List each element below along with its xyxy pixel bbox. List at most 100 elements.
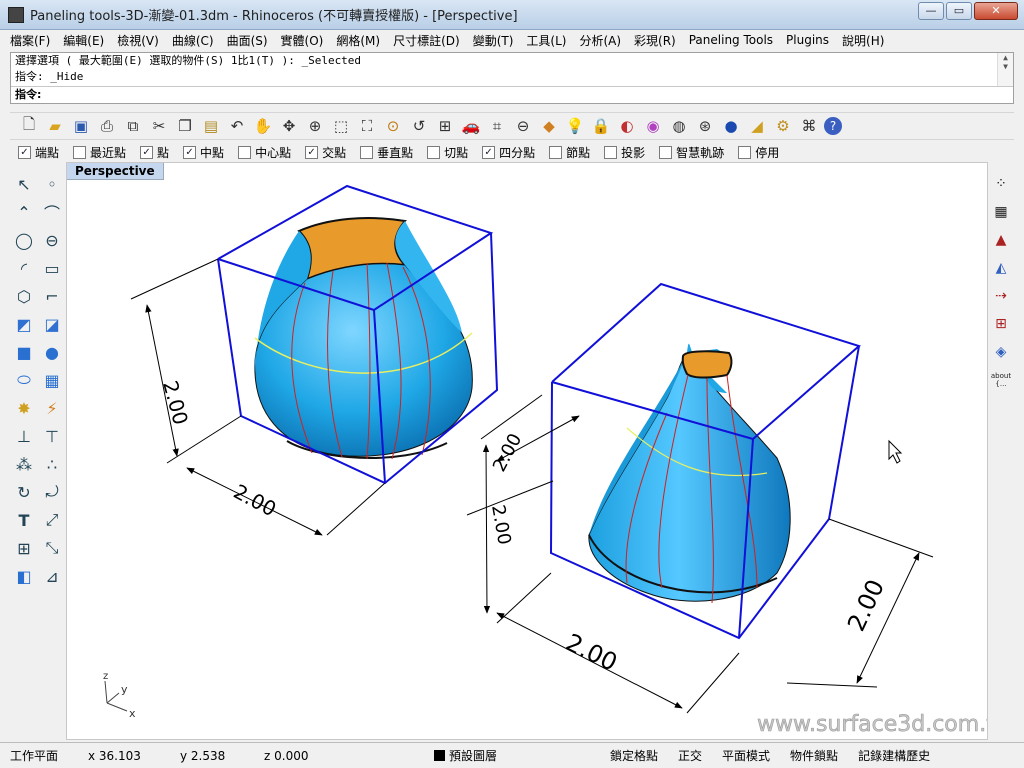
osnap-item[interactable]: ✓ 中點 <box>183 144 224 161</box>
osnap-item[interactable]: 節點 <box>549 144 590 161</box>
material-icon[interactable]: ◐ <box>616 115 638 137</box>
curve-cv-icon[interactable]: ⌒ <box>38 198 66 226</box>
zoom-extents-icon[interactable]: ⛶ <box>356 115 378 137</box>
surface-corner-icon[interactable]: ◩ <box>10 310 38 338</box>
circle-icon[interactable]: ◯ <box>10 226 38 254</box>
close-button[interactable]: ✕ <box>974 2 1018 20</box>
paste-icon[interactable]: ▤ <box>200 115 222 137</box>
menu-dimension[interactable]: 尺寸標註(D) <box>393 32 460 49</box>
join-icon[interactable]: ⊤ <box>38 422 66 450</box>
pan-hand-icon[interactable]: ✋ <box>252 115 274 137</box>
maximize-button[interactable]: ▭ <box>946 2 972 20</box>
osnap-checkbox[interactable] <box>360 145 374 159</box>
history-toggle[interactable]: 記錄建構歷史 <box>848 747 940 764</box>
osnap-item[interactable]: 中心點 <box>238 144 291 161</box>
box-icon[interactable]: ■ <box>10 338 38 366</box>
boolean-union-icon[interactable]: ⁂ <box>10 450 38 478</box>
osnap-toggle[interactable]: 物件鎖點 <box>780 747 848 764</box>
menu-tools[interactable]: 工具(L) <box>526 32 566 49</box>
menu-curve[interactable]: 曲線(C) <box>172 32 214 49</box>
ellipse-icon[interactable]: ⊖ <box>38 226 66 254</box>
osnap-item[interactable]: 停用 <box>738 144 779 161</box>
paneling-box-icon[interactable]: ⊞ <box>989 310 1013 338</box>
paneling-grid-icon[interactable]: ▦ <box>989 198 1013 226</box>
edit-points-icon[interactable]: ⤡ <box>38 534 66 562</box>
osnap-item[interactable]: ✓ 交點 <box>305 144 346 161</box>
command-prompt[interactable]: 指令: <box>11 86 1013 103</box>
snap-toggle[interactable]: 鎖定格點 <box>600 747 668 764</box>
copy-icon[interactable]: ❐ <box>174 115 196 137</box>
osnap-checkbox[interactable] <box>738 145 752 159</box>
print-icon[interactable]: ⎙ <box>96 115 118 137</box>
scripts-icon[interactable]: ⌘ <box>798 115 820 137</box>
export-icon[interactable]: ⧉ <box>122 115 144 137</box>
paneling-diamond-icon[interactable]: ◈ <box>989 338 1013 366</box>
split-icon[interactable]: ⊥ <box>10 422 38 450</box>
planar-toggle[interactable]: 平面模式 <box>712 747 780 764</box>
scale-icon[interactable]: ⤢ <box>38 506 66 534</box>
osnap-checkbox[interactable]: ✓ <box>305 145 319 159</box>
osnap-checkbox[interactable]: ✓ <box>18 145 31 159</box>
command-area[interactable]: 選擇選項 ( 最大範圍(E) 選取的物件(S) 1比1(T) ): _Selec… <box>10 52 1014 104</box>
save-icon[interactable]: ▣ <box>70 115 92 137</box>
shaded-sphere-icon[interactable]: ◍ <box>668 115 690 137</box>
polyline-icon[interactable]: ⌃ <box>10 198 38 226</box>
rectangle-icon[interactable]: ▭ <box>38 254 66 282</box>
osnap-checkbox[interactable] <box>73 145 87 159</box>
menu-paneling-tools[interactable]: Paneling Tools <box>689 33 773 47</box>
explode-icon[interactable]: ✸ <box>10 394 38 422</box>
light-bulb-icon[interactable]: 💡 <box>564 115 586 137</box>
arc-icon[interactable]: ◜ <box>10 254 38 282</box>
menu-render[interactable]: 彩現(R) <box>634 32 676 49</box>
rotate-icon[interactable]: ↻ <box>10 478 38 506</box>
layers-icon[interactable]: ◆ <box>538 115 560 137</box>
menu-plugins[interactable]: Plugins <box>786 33 829 47</box>
open-file-icon[interactable]: ▰ <box>44 115 66 137</box>
menu-edit[interactable]: 編輯(E) <box>63 32 104 49</box>
color-wheel-icon[interactable]: ◉ <box>642 115 664 137</box>
menu-mesh[interactable]: 網格(M) <box>336 32 380 49</box>
osnap-item[interactable]: 切點 <box>427 144 468 161</box>
fillet-icon[interactable]: ⌐ <box>38 282 66 310</box>
array-icon[interactable]: ⊞ <box>10 534 38 562</box>
undo-view-icon[interactable]: ↺ <box>408 115 430 137</box>
menu-view[interactable]: 檢視(V) <box>117 32 159 49</box>
select-arrow-icon[interactable]: ↖ <box>10 170 38 198</box>
cut-icon[interactable]: ✂ <box>148 115 170 137</box>
left-vase-object[interactable] <box>254 217 473 460</box>
rotate-view-icon[interactable]: ✥ <box>278 115 300 137</box>
sphere-icon[interactable]: ● <box>38 338 66 366</box>
render-light-icon[interactable]: ◢ <box>746 115 768 137</box>
osnap-item[interactable]: 智慧軌跡 <box>659 144 724 161</box>
osnap-item[interactable]: 投影 <box>604 144 645 161</box>
osnap-checkbox[interactable]: ✓ <box>183 145 197 159</box>
cplane-icon[interactable]: ⊖ <box>512 115 534 137</box>
osnap-item[interactable]: 最近點 <box>73 144 126 161</box>
zoom-window-icon[interactable]: ⬚ <box>330 115 352 137</box>
menu-help[interactable]: 說明(H) <box>842 32 884 49</box>
menu-transform[interactable]: 變動(T) <box>473 32 514 49</box>
undo-icon[interactable]: ↶ <box>226 115 248 137</box>
paneling-morph-icon[interactable]: ◭ <box>989 254 1013 282</box>
paneling-shift-icon[interactable]: ⇢ <box>989 282 1013 310</box>
perspective-viewport[interactable]: Perspective 2.00 2.00 2.00 2.00 2.00 2.0… <box>66 162 988 740</box>
polygon-icon[interactable]: ⬡ <box>10 282 38 310</box>
lock-icon[interactable]: 🔒 <box>590 115 612 137</box>
boolean-diff-icon[interactable]: ∴ <box>38 450 66 478</box>
wireframe-sphere-icon[interactable]: ⊛ <box>694 115 716 137</box>
text-icon[interactable]: T <box>10 506 38 534</box>
osnap-item[interactable]: ✓ 端點 <box>18 144 59 161</box>
minimize-button[interactable]: — <box>918 2 944 20</box>
osnap-checkbox[interactable]: ✓ <box>482 145 496 159</box>
solid-tools-icon[interactable]: ◧ <box>10 562 38 590</box>
dimension-icon[interactable]: ⊿ <box>38 562 66 590</box>
rhino-app-icon[interactable] <box>8 6 24 23</box>
osnap-checkbox[interactable]: ✓ <box>140 145 154 159</box>
about-button[interactable]: about {... <box>989 366 1013 394</box>
osnap-checkbox[interactable] <box>659 145 673 159</box>
points-grid-icon[interactable]: ⁘ <box>989 170 1013 198</box>
new-file-icon[interactable]: 🗋 <box>18 115 40 137</box>
current-layer[interactable]: 預設圖層 <box>424 747 600 764</box>
osnap-item[interactable]: ✓ 點 <box>140 144 169 161</box>
menu-solid[interactable]: 實體(O) <box>281 32 324 49</box>
